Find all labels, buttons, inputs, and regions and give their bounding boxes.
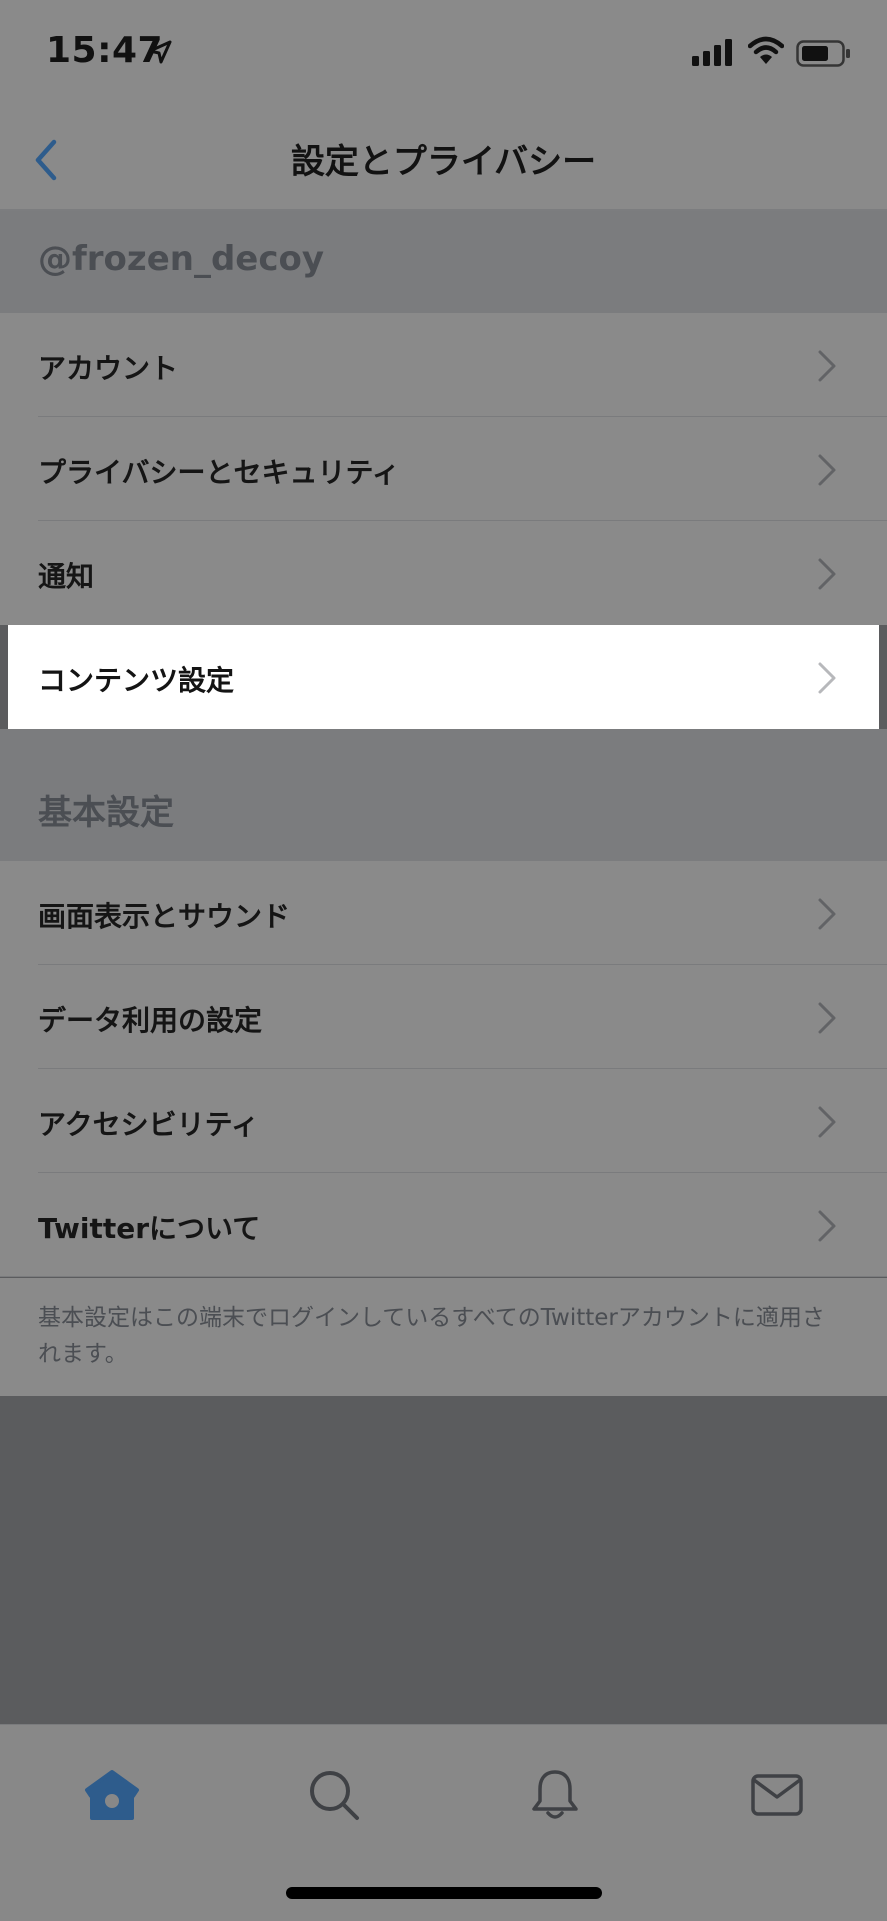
row-label: データ利用の設定 bbox=[38, 1004, 263, 1037]
row-label: Twitterについて bbox=[38, 1212, 261, 1245]
tab-messages[interactable] bbox=[737, 1755, 817, 1835]
settings-row-privacy-security[interactable]: プライバシーとセキュリティ bbox=[0, 417, 887, 521]
chevron-right-icon bbox=[818, 1106, 836, 1138]
tab-search[interactable] bbox=[294, 1755, 374, 1835]
chevron-right-icon bbox=[818, 558, 836, 590]
settings-row-about-twitter[interactable]: Twitterについて bbox=[0, 1173, 887, 1277]
settings-row-display-sound[interactable]: 画面表示とサウンド bbox=[0, 861, 887, 965]
account-section-header: @frozen_decoy bbox=[0, 211, 887, 313]
general-section-header: 基本設定 bbox=[0, 729, 887, 861]
row-divider bbox=[0, 1276, 887, 1277]
settings-row-account[interactable]: アカウント bbox=[0, 313, 887, 417]
settings-row-accessibility[interactable]: アクセシビリティ bbox=[0, 1069, 887, 1173]
battery-icon bbox=[796, 40, 850, 67]
home-indicator bbox=[286, 1887, 602, 1899]
row-label: 画面表示とサウンド bbox=[38, 900, 291, 933]
footnote-text: 基本設定はこの端末でログインしているすべてのTwitterアカウントに適用されま… bbox=[38, 1305, 825, 1367]
chevron-right-icon bbox=[818, 662, 836, 694]
row-label: アカウント bbox=[38, 352, 179, 385]
notifications-bell-icon bbox=[532, 1770, 578, 1819]
navigation-bar: 設定とプライバシー bbox=[0, 110, 887, 211]
chevron-right-icon bbox=[818, 454, 836, 486]
settings-row-data-usage[interactable]: データ利用の設定 bbox=[0, 965, 887, 1069]
chevron-right-icon bbox=[818, 1210, 836, 1242]
search-icon bbox=[310, 1771, 359, 1820]
cellular-signal-icon bbox=[692, 39, 732, 66]
tab-home[interactable] bbox=[72, 1755, 152, 1835]
row-label: プライバシーとセキュリティ bbox=[38, 456, 400, 489]
status-time: 15:47 bbox=[46, 30, 164, 71]
account-handle: @frozen_decoy bbox=[38, 239, 325, 279]
chevron-right-icon bbox=[818, 898, 836, 930]
chevron-right-icon bbox=[818, 350, 836, 382]
settings-row-notifications[interactable]: 通知 bbox=[0, 521, 887, 625]
row-label: アクセシビリティ bbox=[38, 1108, 259, 1141]
general-settings-footnote: 基本設定はこの端末でログインしているすべてのTwitterアカウントに適用されま… bbox=[0, 1278, 887, 1396]
settings-row-content-preferences[interactable]: コンテンツ設定 bbox=[8, 625, 879, 729]
row-label: コンテンツ設定 bbox=[38, 664, 235, 697]
status-bar: 15:47 bbox=[0, 0, 887, 110]
row-label: 通知 bbox=[38, 560, 95, 593]
general-section-title: 基本設定 bbox=[38, 793, 174, 833]
messages-envelope-icon bbox=[751, 1774, 803, 1816]
location-arrow-icon bbox=[148, 40, 172, 64]
wifi-icon bbox=[748, 36, 784, 64]
home-icon bbox=[85, 1770, 139, 1820]
tab-notifications[interactable] bbox=[515, 1755, 595, 1835]
chevron-right-icon bbox=[818, 1002, 836, 1034]
page-title: 設定とプライバシー bbox=[290, 142, 597, 182]
